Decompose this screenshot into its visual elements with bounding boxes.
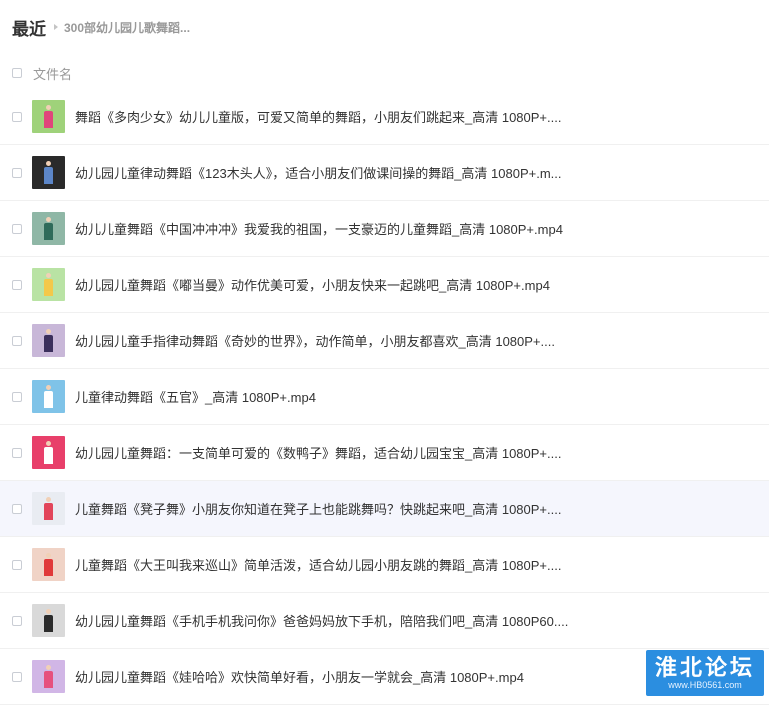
video-thumbnail (32, 100, 65, 133)
video-thumbnail (32, 492, 65, 525)
file-row[interactable]: 儿童律动舞蹈《五官》_高清 1080P+.mp4 (0, 369, 769, 425)
select-all-checkbox[interactable] (12, 68, 22, 78)
file-row-hovered[interactable]: 儿童舞蹈《凳子舞》小朋友你知道在凳子上也能跳舞吗？快跳起来吧_高清 1080P+… (0, 481, 769, 537)
watermark-url: www.HB0561.com (668, 679, 742, 690)
file-row[interactable]: 幼儿园儿童舞蹈《嘟当曼》动作优美可爱，小朋友快来一起跳吧_高清 1080P+.m… (0, 257, 769, 313)
row-checkbox[interactable] (12, 559, 22, 570)
watermark-title: 淮北论坛 (654, 654, 755, 680)
file-name[interactable]: 幼儿园儿童舞蹈《手机手机我问你》爸爸妈妈放下手机，陪陪我们吧_高清 1080P6… (75, 611, 568, 630)
breadcrumb: 最近 300部幼儿园儿歌舞蹈... (12, 14, 190, 40)
video-thumbnail (32, 548, 65, 581)
dancer-figure-icon (44, 609, 53, 632)
dancer-figure-icon (44, 441, 53, 464)
file-row[interactable]: 幼儿园儿童手指律动舞蹈《奇妙的世界》，动作简单，小朋友都喜欢_高清 1080P+… (0, 313, 769, 369)
file-name[interactable]: 幼儿儿童舞蹈《中国冲冲冲》我爱我的祖国，一支豪迈的儿童舞蹈_高清 1080P+.… (75, 219, 563, 238)
video-thumbnail (32, 380, 65, 413)
dancer-figure-icon (44, 105, 53, 128)
row-checkbox[interactable] (12, 391, 22, 402)
video-thumbnail (32, 324, 65, 357)
dancer-figure-icon (44, 665, 53, 688)
video-thumbnail (32, 660, 65, 693)
file-name[interactable]: 儿童舞蹈《凳子舞》小朋友你知道在凳子上也能跳舞吗？快跳起来吧_高清 1080P+… (75, 499, 561, 518)
file-name[interactable]: 幼儿园儿童舞蹈《嘟当曼》动作优美可爱，小朋友快来一起跳吧_高清 1080P+.m… (75, 275, 550, 294)
breadcrumb-separator-icon (54, 24, 58, 30)
column-header-filename[interactable]: 文件名 (33, 64, 72, 83)
video-thumbnail (32, 604, 65, 637)
file-name[interactable]: 幼儿园儿童舞蹈：一支简单可爱的《数鸭子》舞蹈，适合幼儿园宝宝_高清 1080P+… (75, 443, 561, 462)
file-row[interactable]: 儿童舞蹈《大王叫我来巡山》简单活泼，适合幼儿园小朋友跳的舞蹈_高清 1080P+… (0, 537, 769, 593)
dancer-figure-icon (44, 497, 53, 520)
file-name[interactable]: 儿童律动舞蹈《五官》_高清 1080P+.mp4 (75, 387, 316, 406)
file-row[interactable]: 舞蹈《多肉少女》幼儿儿童版，可爱又简单的舞蹈，小朋友们跳起来_高清 1080P+… (0, 89, 769, 145)
video-thumbnail (32, 212, 65, 245)
breadcrumb-root-recent[interactable]: 最近 (12, 15, 46, 40)
file-row[interactable]: 幼儿儿童舞蹈《中国冲冲冲》我爱我的祖国，一支豪迈的儿童舞蹈_高清 1080P+.… (0, 201, 769, 257)
dancer-figure-icon (44, 161, 53, 184)
file-list: 舞蹈《多肉少女》幼儿儿童版，可爱又简单的舞蹈，小朋友们跳起来_高清 1080P+… (0, 89, 769, 705)
row-checkbox[interactable] (12, 223, 22, 234)
row-checkbox[interactable] (12, 503, 22, 514)
file-row[interactable]: 幼儿园儿童舞蹈《手机手机我问你》爸爸妈妈放下手机，陪陪我们吧_高清 1080P6… (0, 593, 769, 649)
row-checkbox[interactable] (12, 111, 22, 122)
row-checkbox[interactable] (12, 279, 22, 290)
row-checkbox[interactable] (12, 335, 22, 346)
video-thumbnail (32, 436, 65, 469)
dancer-figure-icon (44, 385, 53, 408)
forum-watermark-logo: 淮北论坛 www.HB0561.com (646, 650, 764, 696)
breadcrumb-current-folder[interactable]: 300部幼儿园儿歌舞蹈... (64, 19, 190, 36)
dancer-figure-icon (44, 329, 53, 352)
row-checkbox[interactable] (12, 167, 22, 178)
video-thumbnail (32, 268, 65, 301)
file-name[interactable]: 幼儿园儿童舞蹈《娃哈哈》欢快简单好看，小朋友一学就会_高清 1080P+.mp4 (75, 667, 524, 686)
row-checkbox[interactable] (12, 447, 22, 458)
file-name[interactable]: 舞蹈《多肉少女》幼儿儿童版，可爱又简单的舞蹈，小朋友们跳起来_高清 1080P+… (75, 107, 561, 126)
file-name[interactable]: 幼儿园儿童律动舞蹈《123木头人》，适合小朋友们做课间操的舞蹈_高清 1080P… (75, 163, 562, 182)
file-name[interactable]: 幼儿园儿童手指律动舞蹈《奇妙的世界》，动作简单，小朋友都喜欢_高清 1080P+… (75, 331, 555, 350)
video-thumbnail (32, 156, 65, 189)
dancer-figure-icon (44, 217, 53, 240)
row-checkbox[interactable] (12, 615, 22, 626)
dancer-figure-icon (44, 273, 53, 296)
row-checkbox[interactable] (12, 671, 22, 682)
file-row[interactable]: 幼儿园儿童舞蹈：一支简单可爱的《数鸭子》舞蹈，适合幼儿园宝宝_高清 1080P+… (0, 425, 769, 481)
dancer-figure-icon (44, 553, 53, 576)
file-list-header: 文件名 (0, 58, 769, 88)
file-name[interactable]: 儿童舞蹈《大王叫我来巡山》简单活泼，适合幼儿园小朋友跳的舞蹈_高清 1080P+… (75, 555, 561, 574)
file-row[interactable]: 幼儿园儿童律动舞蹈《123木头人》，适合小朋友们做课间操的舞蹈_高清 1080P… (0, 145, 769, 201)
